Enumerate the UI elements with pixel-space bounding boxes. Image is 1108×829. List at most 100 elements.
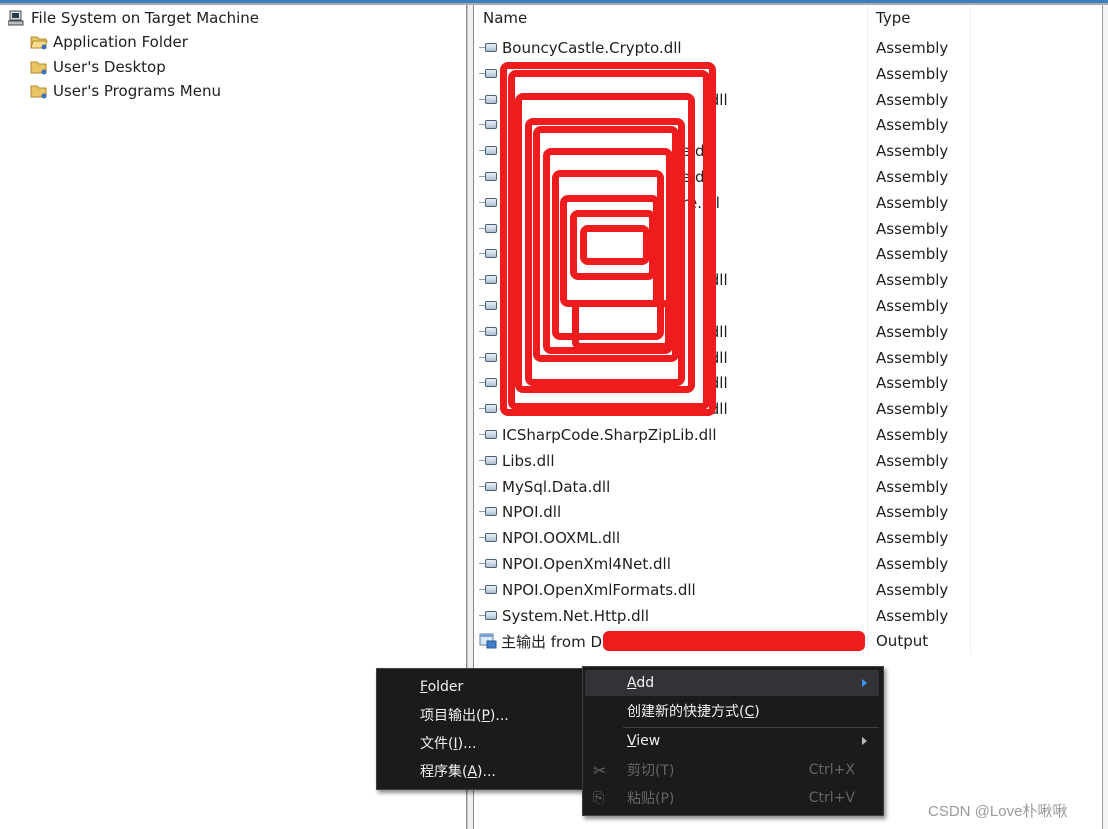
tree-item-users-desktop[interactable]: User's Desktop [30,56,166,78]
file-row-redacted[interactable]: .dll [479,396,728,422]
menu-item-label: 粘贴(P) [627,791,675,807]
file-name: System.Net.Http.dll [502,606,649,625]
file-name: 主输出 from D [501,632,602,651]
file-type: Assembly [876,426,949,444]
file-row[interactable]: NPOI.OpenXmlFormats.dll [479,577,696,603]
column-divider[interactable] [970,5,971,655]
file-type: Assembly [876,348,949,367]
file-type: Assembly [876,374,949,393]
file-type: Assembly [876,142,949,161]
file-type: Assembly [876,580,949,599]
tree-item-label: User's Programs Menu [53,82,221,100]
file-row-redacted[interactable]: e.dll [479,164,713,190]
add-submenu: Folder 项目输出(P)... 文件(I)... 程序集(A)... [376,668,586,790]
file-row[interactable]: 主输出 from D [479,628,602,654]
menu-item-label: 文件(I)... [420,736,477,752]
assembly-icon [479,377,499,389]
file-row-redacted[interactable]: .dll [479,370,728,396]
file-row[interactable]: Libs.dll [479,448,555,474]
menu-item-label: 创建新的快捷方式(C) [627,704,760,720]
file-type: Assembly [876,606,949,625]
file-type: Assembly [876,555,949,573]
menu-item-shortcut: Ctrl+V [808,790,855,806]
file-name: MySql.Data.dll [502,477,611,496]
menu-item-project-output[interactable]: 项目输出(P)... [420,702,509,728]
assembly-icon [479,455,499,467]
file-name: Libs.dll [502,451,555,470]
file-row-redacted[interactable]: .dll [479,319,728,345]
file-name: NPOI.OpenXmlFormats.dll [502,580,696,599]
file-row-redacted[interactable] [479,241,502,267]
menu-item-label: Folder [420,679,464,695]
tree-item-users-programs-menu[interactable]: User's Programs Menu [30,80,221,102]
assembly-icon [479,68,499,80]
file-row-redacted[interactable] [479,112,502,138]
redaction-bar [603,631,865,651]
file-type: Assembly [876,64,949,83]
assembly-icon [479,119,499,131]
file-type: Assembly [876,168,949,186]
assembly-icon [479,42,499,54]
menu-item-add[interactable]: Add [585,670,879,696]
file-type: Assembly [876,193,949,212]
file-row[interactable]: NPOI.dll [479,499,561,525]
menu-item-label: 程序集(A)... [420,764,496,780]
tree-item-label: Application Folder [53,33,188,51]
file-row-redacted[interactable]: .dll [479,267,728,293]
file-row[interactable]: ICSharpCode.SharpZipLib.dll [479,422,717,448]
menu-item-label: 剪切(T) [627,763,675,779]
menu-item-create-shortcut[interactable]: 创建新的快捷方式(C) [627,698,760,724]
column-divider[interactable] [867,5,868,655]
file-type: Assembly [876,503,949,522]
file-row[interactable]: MySql.Data.dll [479,474,610,500]
tree-item-label: User's Desktop [53,58,166,76]
file-type: Assembly [876,39,949,57]
file-name: NPOI.OOXML.dll [502,529,621,548]
file-row[interactable]: BouncyCastle.Crypto.dll [479,35,682,61]
file-name: NPOI.OpenXml4Net.dll [502,555,671,573]
menu-item-file[interactable]: 文件(I)... [420,730,476,756]
file-type: Output [876,632,929,651]
file-type: Assembly [876,529,949,548]
project-output-icon [479,633,497,649]
scissors-icon: ✂ [593,760,607,780]
menu-item-paste[interactable]: ⎘ 粘贴(P) Ctrl+V [585,785,879,811]
file-type: Assembly [876,400,949,419]
tree-root-file-system[interactable]: File System on Target Machine [7,7,259,29]
menu-item-assembly[interactable]: 程序集(A)... [420,758,496,784]
assembly-icon [479,300,499,312]
file-row-redacted[interactable]: e.dll [479,138,713,164]
file-type: Assembly [876,245,949,264]
submenu-arrow-icon [862,679,867,687]
file-row[interactable]: NPOI.OOXML.dll [479,525,620,551]
column-header-type[interactable]: Type [876,5,910,31]
menu-item-view[interactable]: View [585,728,879,754]
file-row-redacted[interactable] [479,61,502,87]
assembly-icon [479,171,499,183]
computer-icon [7,10,26,26]
file-row-redacted[interactable]: .dll [479,345,728,371]
file-type: Assembly [876,90,949,109]
file-type: Assembly [876,477,949,496]
right-pane-edge [1102,5,1108,829]
file-row[interactable]: System.Net.Http.dll [479,603,649,629]
assembly-icon [479,145,499,157]
menu-item-cut[interactable]: ✂ 剪切(T) Ctrl+X [585,757,879,783]
column-header-name[interactable]: Name [483,5,527,31]
file-row[interactable]: NPOI.OpenXml4Net.dll [479,551,671,577]
file-row-redacted[interactable] [479,293,502,319]
file-row-redacted[interactable] [479,216,502,242]
context-menu: Add 创建新的快捷方式(C) View ✂ 剪切(T) Ctrl+X ⎘ 粘贴… [582,666,884,816]
assembly-icon [479,558,499,570]
assembly-icon [479,274,499,286]
file-row-redacted[interactable]: .dll [479,87,728,113]
file-row-redacted[interactable]: ore.dll [479,190,720,216]
tree-item-application-folder[interactable]: Application Folder [30,31,188,53]
file-type: Assembly [876,116,949,135]
tree-root-label: File System on Target Machine [31,9,259,27]
menu-item-folder[interactable]: Folder [420,674,463,700]
file-name: BouncyCastle.Crypto.dll [502,39,682,57]
assembly-icon [479,584,499,596]
special-folder-icon [30,83,48,99]
file-name: ICSharpCode.SharpZipLib.dll [502,426,717,444]
